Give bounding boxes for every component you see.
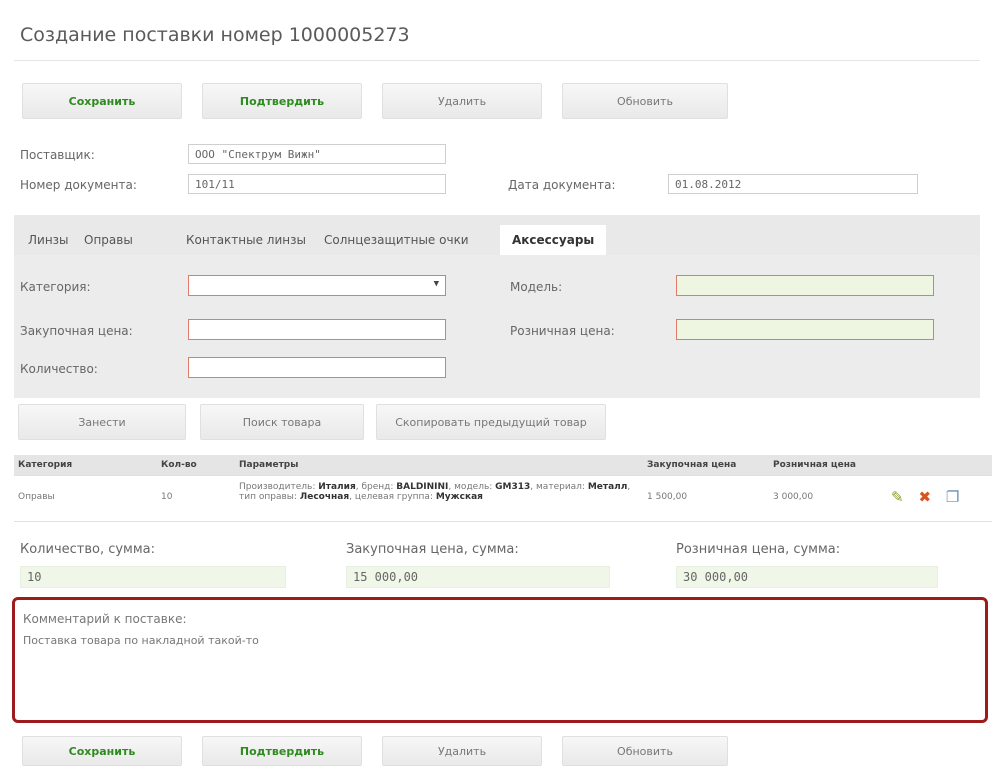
total-retail-label: Розничная цена, сумма: [676,542,841,557]
col-qty: Кол-во [157,455,235,476]
model-field[interactable] [676,275,934,296]
total-qty-field: 10 [20,566,286,588]
cell-qty: 10 [157,475,235,522]
col-purchase: Закупочная цена [643,455,769,476]
tab-frames[interactable]: Оправы [84,233,133,247]
total-purchase-label: Закупочная цена, сумма: [346,542,519,557]
search-item-button[interactable]: Поиск товара [200,404,364,440]
table-header-row: Категория Кол-во Параметры Закупочная це… [14,455,992,476]
add-item-button[interactable]: Занести [18,404,186,440]
purchase-price-field[interactable] [188,319,446,340]
comment-textarea[interactable]: Поставка товара по накладной такой-то [23,634,259,647]
purchase-price-label: Закупочная цена: [20,324,133,338]
page-title: Создание поставки номер 1000005273 [20,24,410,46]
param-text: , целевая группа: [349,492,436,502]
doc-number-label: Номер документа: [20,178,137,192]
col-params: Параметры [235,455,643,476]
delete-button-bottom[interactable]: Удалить [382,736,542,766]
param-text: , бренд: [355,482,397,492]
doc-date-label: Дата документа: [508,178,616,192]
cell-actions: ✎ ✖ ❐ [887,475,992,522]
edit-pencil-icon[interactable]: ✎ [891,488,904,506]
retail-price-field[interactable] [676,319,934,340]
copy-icon[interactable]: ❐ [946,488,959,506]
doc-date-field[interactable]: 01.08.2012 [668,174,918,194]
tab-accessories[interactable]: Аксессуары [500,225,607,255]
model-label: Модель: [510,280,563,294]
cell-retail: 3 000,00 [769,475,887,522]
total-retail-field: 30 000,00 [676,566,938,588]
retail-price-label: Розничная цена: [510,324,615,338]
supplier-field[interactable]: ООО "Спектрум Вижн" [188,144,446,164]
cell-category: Оправы [14,475,157,522]
col-category: Категория [14,455,157,476]
param-brand: BALDININI [396,482,449,492]
param-target-group: Мужская [435,492,483,502]
delete-button[interactable]: Удалить [382,83,542,119]
copy-previous-button[interactable]: Скопировать предыдущий товар [376,404,606,440]
param-material: Металл [587,482,628,492]
title-divider [14,60,980,61]
param-text: , материал: [530,482,588,492]
table-row[interactable]: Оправы 10 Производитель: Италия, бренд: … [14,475,992,522]
param-text: , модель: [448,482,496,492]
param-country: Италия [318,482,356,492]
items-table: Категория Кол-во Параметры Закупочная це… [14,455,992,522]
doc-number-field[interactable]: 101/11 [188,174,446,194]
total-qty-label: Количество, сумма: [20,542,156,557]
col-actions [887,455,992,476]
confirm-button-bottom[interactable]: Подтвердить [202,736,362,766]
cell-params: Производитель: Италия, бренд: BALDININI,… [235,475,643,522]
tab-sunglasses[interactable]: Солнцезащитные очки [324,233,469,247]
cell-purchase: 1 500,00 [643,475,769,522]
tab-bar: Линзы Оправы Контактные линзы Солнцезащи… [14,215,980,255]
save-button[interactable]: Сохранить [22,83,182,119]
quantity-field[interactable] [188,357,446,378]
chevron-down-icon: ▼ [433,279,439,289]
refresh-button[interactable]: Обновить [562,83,728,119]
param-model: GM313 [495,482,531,492]
refresh-button-bottom[interactable]: Обновить [562,736,728,766]
category-label: Категория: [20,280,91,294]
category-select[interactable]: ▼ [188,275,446,296]
supplier-label: Поставщик: [20,148,95,162]
delete-x-icon[interactable]: ✖ [918,488,931,506]
comment-label: Комментарий к поставке: [23,612,187,626]
confirm-button[interactable]: Подтвердить [202,83,362,119]
param-text: Производитель: [239,482,319,492]
comment-box[interactable]: Комментарий к поставке: Поставка товара … [12,597,988,723]
param-frame-type: Лесочная [299,492,350,502]
total-purchase-field: 15 000,00 [346,566,610,588]
quantity-label: Количество: [20,362,98,376]
items-table-wrap: Категория Кол-во Параметры Закупочная це… [14,455,994,522]
col-retail: Розничная цена [769,455,887,476]
save-button-bottom[interactable]: Сохранить [22,736,182,766]
tab-lenses[interactable]: Линзы [28,233,69,247]
tab-contact-lenses[interactable]: Контактные линзы [186,233,306,247]
